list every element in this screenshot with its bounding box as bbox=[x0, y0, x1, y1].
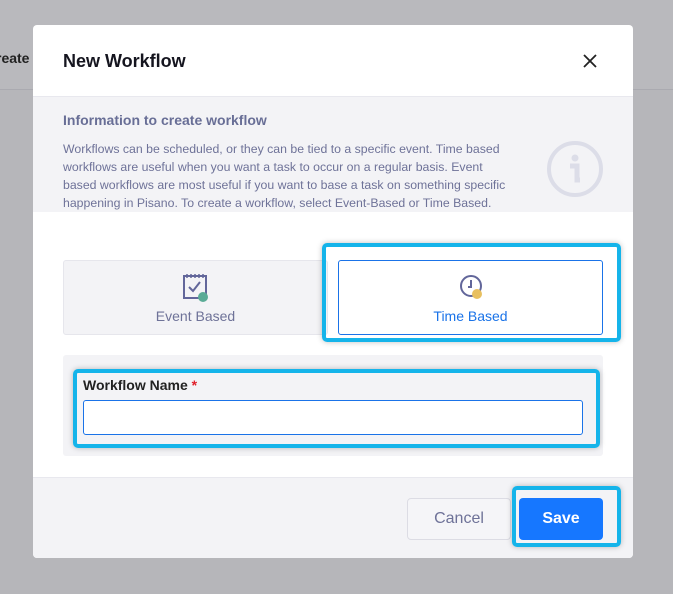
workflow-name-label-text: Workflow Name bbox=[83, 377, 188, 393]
time-based-option[interactable]: Time Based bbox=[338, 260, 603, 335]
clock-icon bbox=[460, 275, 482, 299]
close-icon[interactable] bbox=[578, 49, 602, 73]
workflow-name-label: Workflow Name * bbox=[83, 377, 197, 393]
event-based-label: Event Based bbox=[155, 308, 236, 324]
required-mark: * bbox=[191, 377, 198, 393]
workflow-name-input[interactable] bbox=[83, 400, 583, 435]
info-heading: Information to create workflow bbox=[63, 112, 267, 128]
info-text: Workflows can be scheduled, or they can … bbox=[63, 142, 506, 210]
workflow-name-section: Workflow Name * bbox=[63, 355, 603, 456]
save-button[interactable]: Save bbox=[519, 498, 603, 540]
calendar-check-icon bbox=[183, 274, 208, 302]
time-based-label: Time Based bbox=[433, 308, 508, 324]
background-partial-text: reate bbox=[0, 50, 30, 66]
new-workflow-modal: New Workflow Information to create workf… bbox=[33, 25, 633, 558]
event-based-option[interactable]: Event Based bbox=[63, 260, 328, 335]
modal-title: New Workflow bbox=[63, 51, 186, 71]
modal-footer: Cancel Save bbox=[33, 477, 633, 558]
modal-header: New Workflow bbox=[33, 25, 633, 97]
cancel-button[interactable]: Cancel bbox=[407, 498, 511, 540]
info-panel: Information to create workflow Workflows… bbox=[33, 97, 633, 212]
info-icon bbox=[547, 141, 603, 197]
